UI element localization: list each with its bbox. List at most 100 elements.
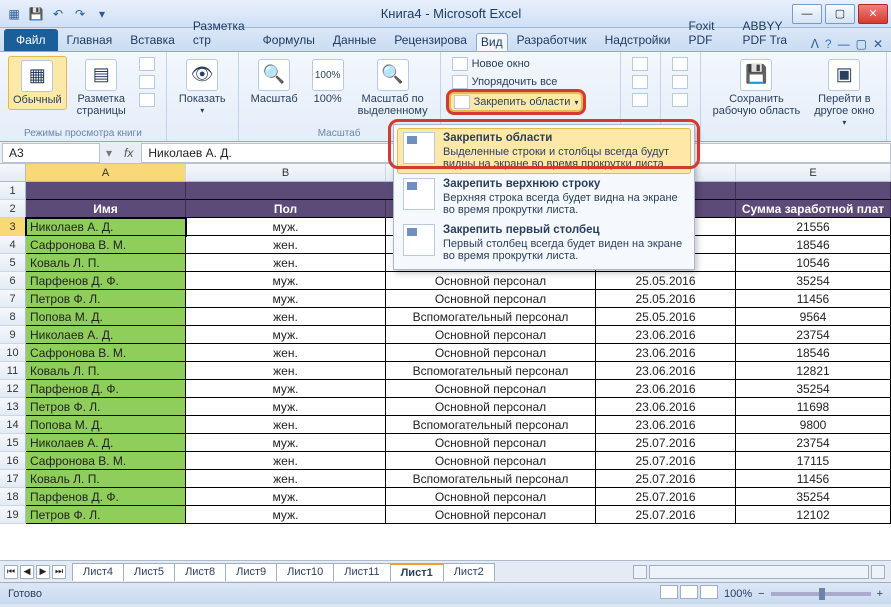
table-row[interactable]: 11Коваль Л. П.жен.Вспомогательный персон… bbox=[0, 362, 891, 380]
help-icon[interactable]: ? bbox=[825, 37, 832, 51]
col-header-b[interactable]: B bbox=[186, 164, 386, 181]
cell[interactable]: Сафронова В. М. bbox=[26, 344, 186, 362]
cell[interactable]: Парфенов Д. Ф. bbox=[26, 272, 186, 290]
cell[interactable]: 23.06.2016 bbox=[596, 344, 736, 362]
cell[interactable]: Вспомогательный персонал bbox=[386, 416, 596, 434]
zoom-button[interactable]: 🔍Масштаб bbox=[247, 56, 302, 108]
sheet-tab[interactable]: Лист8 bbox=[174, 563, 226, 581]
table-row[interactable]: 9Николаев А. Д.муж.Основной персонал23.0… bbox=[0, 326, 891, 344]
hscroll-left-icon[interactable] bbox=[633, 565, 647, 579]
row-header[interactable]: 2 bbox=[0, 200, 26, 218]
cell[interactable]: Николаев А. Д. bbox=[26, 326, 186, 344]
cell[interactable]: Парфенов Д. Ф. bbox=[26, 488, 186, 506]
cell[interactable]: Петров Ф. Л. bbox=[26, 290, 186, 308]
col-header-a[interactable]: A bbox=[26, 164, 186, 181]
doc-minimize-icon[interactable]: — bbox=[838, 37, 850, 51]
table-row[interactable]: 19Петров Ф. Л.муж.Основной персонал25.07… bbox=[0, 506, 891, 524]
table-row[interactable]: 6Парфенов Д. Ф.муж.Основной персонал25.0… bbox=[0, 272, 891, 290]
tab-data[interactable]: Данные bbox=[324, 29, 385, 51]
tab-foxit[interactable]: Foxit PDF bbox=[679, 15, 733, 51]
cell[interactable]: 25.07.2016 bbox=[596, 434, 736, 452]
namebox-dropdown-icon[interactable]: ▾ bbox=[102, 146, 116, 160]
cell[interactable]: Коваль Л. П. bbox=[26, 254, 186, 272]
fx-icon[interactable]: fx bbox=[116, 146, 141, 160]
cell[interactable]: 25.07.2016 bbox=[596, 506, 736, 524]
cell[interactable]: 18546 bbox=[736, 344, 891, 362]
cell[interactable]: муж. bbox=[186, 434, 386, 452]
row-header[interactable]: 3 bbox=[0, 218, 26, 236]
sheet-nav-first-icon[interactable]: ⏮ bbox=[4, 565, 18, 579]
freeze-panes-button[interactable]: Закрепить области▾ bbox=[449, 92, 584, 112]
table-row[interactable]: 10Сафронова В. М.жен.Основной персонал23… bbox=[0, 344, 891, 362]
tab-view[interactable]: Вид bbox=[476, 33, 508, 51]
cell[interactable]: жен. bbox=[186, 362, 386, 380]
row-header[interactable]: 1 bbox=[0, 182, 26, 200]
cell[interactable]: Попова М. Д. bbox=[26, 416, 186, 434]
cell[interactable]: 12821 bbox=[736, 362, 891, 380]
table-header[interactable]: Сумма заработной плат bbox=[736, 200, 891, 218]
table-row[interactable]: 8Попова М. Д.жен.Вспомогательный персона… bbox=[0, 308, 891, 326]
cell[interactable]: 21556 bbox=[736, 218, 891, 236]
cell[interactable]: 25.07.2016 bbox=[596, 470, 736, 488]
cell[interactable]: 35254 bbox=[736, 272, 891, 290]
tab-review[interactable]: Рецензирова bbox=[385, 29, 476, 51]
cell[interactable]: Коваль Л. П. bbox=[26, 470, 186, 488]
cell[interactable]: 10546 bbox=[736, 254, 891, 272]
close-button[interactable]: ✕ bbox=[858, 4, 888, 24]
zoom-out-icon[interactable]: − bbox=[758, 588, 764, 600]
cell[interactable]: 35254 bbox=[736, 380, 891, 398]
cell[interactable]: 17115 bbox=[736, 452, 891, 470]
sheet-tab[interactable]: Лист10 bbox=[276, 563, 334, 581]
tab-home[interactable]: Главная bbox=[58, 29, 122, 51]
col-header-e[interactable]: E bbox=[736, 164, 891, 181]
cell[interactable]: 35254 bbox=[736, 488, 891, 506]
row-header[interactable]: 12 bbox=[0, 380, 26, 398]
cell[interactable]: 23.06.2016 bbox=[596, 362, 736, 380]
table-row[interactable]: 16Сафронова В. М.жен.Основной персонал25… bbox=[0, 452, 891, 470]
cell[interactable]: жен. bbox=[186, 452, 386, 470]
row-header[interactable]: 15 bbox=[0, 434, 26, 452]
cell[interactable]: Основной персонал bbox=[386, 434, 596, 452]
cell[interactable]: 11456 bbox=[736, 470, 891, 488]
zoom-100-button[interactable]: 100%100% bbox=[308, 56, 348, 108]
row-header[interactable]: 17 bbox=[0, 470, 26, 488]
cell[interactable]: жен. bbox=[186, 470, 386, 488]
table-row[interactable]: 17Коваль Л. П.жен.Вспомогательный персон… bbox=[0, 470, 891, 488]
table-header[interactable]: Пол bbox=[186, 200, 386, 218]
cell[interactable]: 23754 bbox=[736, 434, 891, 452]
row-header[interactable]: 6 bbox=[0, 272, 26, 290]
sheet-nav-last-icon[interactable]: ⏭ bbox=[52, 565, 66, 579]
cell[interactable]: Основной персонал bbox=[386, 290, 596, 308]
freeze-first-col-item[interactable]: Закрепить первый столбецПервый столбец в… bbox=[397, 220, 691, 266]
page-layout-button[interactable]: ▤Разметка страницы bbox=[73, 56, 130, 120]
cell[interactable]: Вспомогательный персонал bbox=[386, 308, 596, 326]
cell[interactable]: 9800 bbox=[736, 416, 891, 434]
cell[interactable]: 23.06.2016 bbox=[596, 326, 736, 344]
undo-icon[interactable]: ↶ bbox=[50, 6, 66, 22]
cell[interactable]: 11456 bbox=[736, 290, 891, 308]
row-header[interactable]: 4 bbox=[0, 236, 26, 254]
tab-pagelayout[interactable]: Разметка стр bbox=[184, 15, 254, 51]
sheet-tab[interactable]: Лист1 bbox=[390, 563, 444, 581]
new-window-button[interactable]: Новое окно bbox=[449, 56, 584, 72]
row-header[interactable]: 7 bbox=[0, 290, 26, 308]
cell[interactable]: 23.06.2016 bbox=[596, 398, 736, 416]
save-workspace-button[interactable]: 💾Сохранить рабочую область bbox=[709, 56, 805, 120]
cell[interactable]: 23.06.2016 bbox=[596, 380, 736, 398]
cell[interactable]: Основной персонал bbox=[386, 452, 596, 470]
cell[interactable]: Парфенов Д. Ф. bbox=[26, 380, 186, 398]
row-header[interactable]: 16 bbox=[0, 452, 26, 470]
tab-developer[interactable]: Разработчик bbox=[508, 29, 596, 51]
switch-windows-button[interactable]: ▣Перейти в другое окно▾ bbox=[810, 56, 878, 131]
table-header[interactable]: Имя bbox=[26, 200, 186, 218]
hscroll-right-icon[interactable] bbox=[871, 565, 885, 579]
cell[interactable]: жен. bbox=[186, 344, 386, 362]
sheet-tab[interactable]: Лист5 bbox=[123, 563, 175, 581]
hscroll-track[interactable] bbox=[649, 565, 869, 579]
cell[interactable]: 23754 bbox=[736, 326, 891, 344]
cell[interactable]: 25.05.2016 bbox=[596, 290, 736, 308]
table-row[interactable]: 7Петров Ф. Л.муж.Основной персонал25.05.… bbox=[0, 290, 891, 308]
maximize-button[interactable]: ▢ bbox=[825, 4, 855, 24]
cell[interactable]: Основной персонал bbox=[386, 506, 596, 524]
sheet-tab[interactable]: Лист2 bbox=[443, 563, 495, 581]
